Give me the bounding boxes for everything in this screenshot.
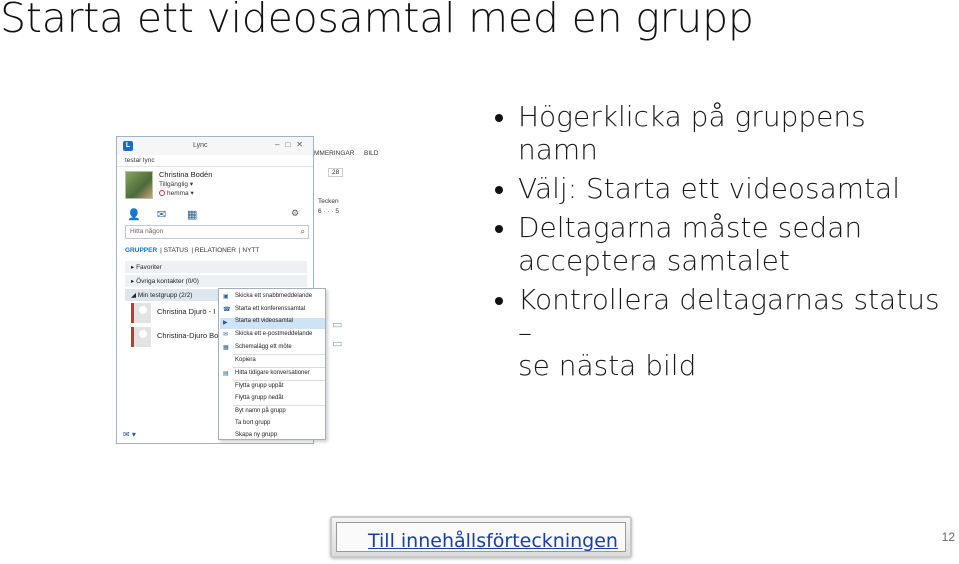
calendar-icon: ▦ xyxy=(223,345,229,351)
ribbon-tab: BILD xyxy=(364,150,379,157)
presence-status[interactable]: Tillgänglig ▾ xyxy=(159,180,193,188)
window-title: Lync xyxy=(193,142,208,149)
chat-icon: ▭ xyxy=(332,319,343,331)
context-menu: ▣ Skicka ett snabbmeddelande ☎ Starta et… xyxy=(218,288,326,440)
bullet-item: Högerklicka på gruppens namn xyxy=(492,100,952,166)
history-icon: ▤ xyxy=(223,371,229,377)
search-input[interactable]: Hitta någon ⌕ xyxy=(125,225,309,239)
menu-separator xyxy=(233,354,325,355)
toolbar: 👤 ✉ ▦ ⚙ xyxy=(117,203,313,227)
group-favorites[interactable]: ▸ Favoriter xyxy=(125,261,307,273)
menu-move-group-up[interactable]: Flytta grupp uppåt xyxy=(235,383,283,389)
menu-schedule-meeting[interactable]: Schemalägg ett möte xyxy=(235,344,292,350)
font-size-box: 28 xyxy=(328,168,344,177)
dialpad-icon[interactable]: ▦ xyxy=(187,208,197,221)
profile-area: Christina Bodén Tillgänglig ▾ hemma ▾ xyxy=(117,167,313,203)
no-entry-icon xyxy=(159,190,165,196)
tab-relations[interactable]: RELATIONER xyxy=(195,247,236,254)
location-label: hemma ▾ xyxy=(167,190,194,197)
contact-photo xyxy=(131,327,151,347)
gear-icon[interactable]: ⚙ xyxy=(291,208,299,219)
contact-photo xyxy=(131,303,151,323)
bullet-item: Välj: Starta ett videosamtal xyxy=(492,172,952,205)
options-icon[interactable]: ✉ ▾ xyxy=(123,430,136,439)
ruler: 6 · · · 5 xyxy=(318,208,339,215)
personal-note[interactable]: testar lync xyxy=(117,155,313,167)
contact-tabs: GRUPPER | STATUS | RELATIONER | NYTT xyxy=(125,247,260,254)
tab-status[interactable]: STATUS xyxy=(164,247,189,254)
email-icon: ✉ xyxy=(223,332,229,338)
menu-send-im[interactable]: Skicka ett snabbmeddelande xyxy=(235,293,312,299)
bullet-list: Högerklicka på gruppens namn Välj: Start… xyxy=(492,100,952,388)
tab-groups[interactable]: GRUPPER xyxy=(125,247,157,254)
menu-send-email[interactable]: Skicka ett e-postmeddelande xyxy=(235,331,312,337)
phone-icon: ☎ xyxy=(223,307,231,313)
group-other-contacts[interactable]: ▸ Övriga kontakter (0/0) xyxy=(125,275,307,287)
video-icon: ▶ xyxy=(223,320,228,326)
toc-link[interactable]: Till innehållsförteckningen xyxy=(368,530,618,552)
tab-new[interactable]: NYTT xyxy=(242,247,259,254)
menu-move-group-down[interactable]: Flytta grupp nedåt xyxy=(235,395,283,401)
menu-separator xyxy=(233,405,325,406)
menu-find-conversations[interactable]: Hitta tidigare konversationer xyxy=(235,370,310,376)
menu-rename-group[interactable]: Byt namn på grupp xyxy=(235,408,286,414)
background-icons: ▭ ▭ xyxy=(332,318,342,350)
menu-delete-group[interactable]: Ta bort grupp xyxy=(235,420,270,426)
menu-copy[interactable]: Kopiera xyxy=(235,357,256,363)
search-icon: ⌕ xyxy=(300,227,305,236)
menu-separator xyxy=(233,367,325,368)
slide-title: Starta ett videosamtal med en grupp xyxy=(0,0,754,42)
lync-titlebar: L Lync –□✕ xyxy=(117,137,313,155)
ribbon-tab: MMERINGAR xyxy=(314,150,355,157)
contact-name: Christina Djurö - I xyxy=(157,307,216,316)
ribbon-section-label: Tecken xyxy=(318,198,339,205)
bullet-item: Kontrollera deltagarnas status – se nästa… xyxy=(492,283,952,382)
chat-icon[interactable]: ✉ xyxy=(157,208,166,221)
menu-create-group[interactable]: Skapa ny grupp xyxy=(235,432,277,438)
menu-separator xyxy=(233,380,325,381)
im-icon: ▣ xyxy=(223,294,229,300)
page-number: 12 xyxy=(941,530,955,544)
bullet-item: Deltagarna måste sedan acceptera samtalet xyxy=(492,211,952,277)
avatar[interactable] xyxy=(125,171,153,199)
lync-logo-icon: L xyxy=(123,141,133,151)
search-placeholder: Hitta någon xyxy=(130,228,164,235)
contact-name: Christina-Djuro Bo xyxy=(157,331,219,340)
video-icon: ▭ xyxy=(332,338,343,350)
menu-start-video-call[interactable]: Starta ett videosamtal xyxy=(220,318,325,329)
ribbon-fragment: MMERINGAR BILD 28 Tecken 6 · · · 5 xyxy=(310,150,380,220)
contacts-icon[interactable]: 👤 xyxy=(127,208,141,221)
location[interactable]: hemma ▾ xyxy=(159,189,194,197)
user-name: Christina Bodén xyxy=(159,170,213,179)
toc-link-box: Till innehållsförteckningen xyxy=(330,516,632,558)
menu-start-conference-call[interactable]: Starta ett konferenssamtal xyxy=(235,306,305,312)
window-controls[interactable]: –□✕ xyxy=(275,140,309,149)
